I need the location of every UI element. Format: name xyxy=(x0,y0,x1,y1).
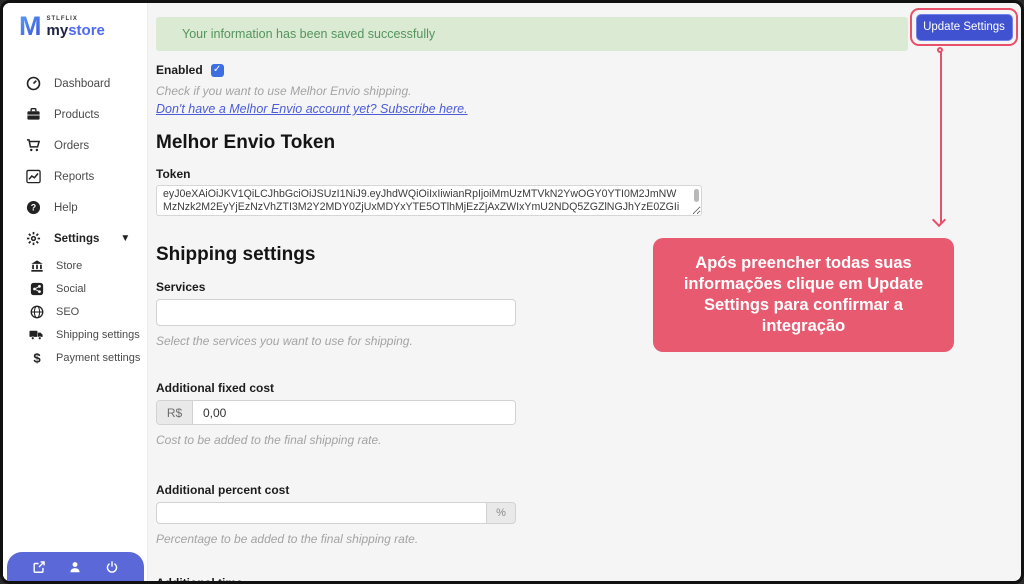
sidebar-menu: Dashboard Products Orders Reports xyxy=(3,68,147,369)
subscribe-link[interactable]: Don't have a Melhor Envio account yet? S… xyxy=(156,102,702,116)
success-message: Your information has been saved successf… xyxy=(182,27,435,41)
percent-cost-label: Additional percent cost xyxy=(156,483,702,497)
brand-name: mystore xyxy=(47,22,105,39)
sidebar-item-shipping-settings[interactable]: Shipping settings xyxy=(3,323,147,346)
annotation-arrow-line xyxy=(940,51,942,223)
sidebar-item-payment-settings[interactable]: $ Payment settings xyxy=(3,346,147,369)
services-label: Services xyxy=(156,280,702,294)
dashboard-icon xyxy=(25,76,41,92)
fixed-cost-group: R$ xyxy=(156,400,516,425)
sidebar-item-help[interactable]: ? Help xyxy=(3,192,147,223)
gear-icon xyxy=(25,231,41,247)
percent-cost-help-text: Percentage to be added to the final ship… xyxy=(156,532,702,546)
currency-prefix: R$ xyxy=(157,401,193,424)
chevron-down-icon: ▼ xyxy=(120,233,130,244)
sidebar-item-orders[interactable]: Orders xyxy=(3,130,147,161)
percent-suffix: % xyxy=(487,502,516,524)
chart-line-icon xyxy=(25,169,41,185)
briefcase-icon xyxy=(25,107,41,123)
percent-cost-input[interactable] xyxy=(156,502,487,524)
power-icon[interactable] xyxy=(104,559,119,574)
sidebar-item-products[interactable]: Products xyxy=(3,99,147,130)
percent-cost-group: % xyxy=(156,502,516,524)
fixed-cost-label: Additional fixed cost xyxy=(156,381,702,395)
main-content: Your information has been saved successf… xyxy=(148,3,1021,581)
help-icon: ? xyxy=(25,200,41,216)
enabled-help-text: Check if you want to use Melhor Envio sh… xyxy=(156,84,702,98)
sidebar-item-social[interactable]: Social xyxy=(3,277,147,300)
annotation-arrow-head xyxy=(932,213,946,227)
token-textarea[interactable]: eyJ0eXAiOiJKV1QiLCJhbGciOiJSUzI1NiJ9.eyJ… xyxy=(156,185,702,216)
sidebar-bottom-bar xyxy=(7,552,144,581)
token-scrollbar-thumb[interactable] xyxy=(694,189,699,202)
svg-text:$: $ xyxy=(33,351,41,365)
settings-form: Enabled ✓ Check if you want to use Melho… xyxy=(156,59,702,581)
dollar-icon: $ xyxy=(29,350,44,365)
external-link-icon[interactable] xyxy=(32,559,47,574)
services-help-text: Select the services you want to use for … xyxy=(156,334,702,348)
token-section-title: Melhor Envio Token xyxy=(156,132,702,154)
share-icon xyxy=(29,281,44,296)
enabled-checkbox[interactable]: ✓ xyxy=(211,64,224,77)
fixed-cost-help-text: Cost to be added to the final shipping r… xyxy=(156,433,702,447)
success-banner: Your information has been saved successf… xyxy=(156,17,908,51)
globe-icon xyxy=(29,304,44,319)
sidebar-item-store[interactable]: Store xyxy=(3,254,147,277)
brand-logo[interactable]: M STLFLIX mystore xyxy=(3,3,147,40)
additional-time-label: Additional time xyxy=(156,576,702,581)
app-window: M STLFLIX mystore Dashboard Products xyxy=(0,0,1024,584)
cart-icon xyxy=(25,138,41,154)
update-settings-button[interactable]: Update Settings xyxy=(916,14,1013,41)
svg-text:?: ? xyxy=(30,203,35,213)
sidebar-item-seo[interactable]: SEO xyxy=(3,300,147,323)
shipping-section-title: Shipping settings xyxy=(156,244,702,266)
sidebar-item-dashboard[interactable]: Dashboard xyxy=(3,68,147,99)
sidebar-item-reports[interactable]: Reports xyxy=(3,161,147,192)
fixed-cost-input[interactable] xyxy=(193,401,515,424)
brand-m-icon: M xyxy=(19,14,42,38)
services-input[interactable] xyxy=(156,299,516,326)
sidebar: M STLFLIX mystore Dashboard Products xyxy=(3,3,148,581)
token-label: Token xyxy=(156,167,702,181)
truck-icon xyxy=(29,327,44,342)
annotation-text: Após preencher todas suas informações cl… xyxy=(673,253,934,337)
sidebar-item-settings[interactable]: Settings ▼ xyxy=(3,223,147,254)
bank-icon xyxy=(29,258,44,273)
settings-submenu: Store Social SEO xyxy=(3,254,147,369)
update-settings-highlight: Update Settings xyxy=(910,8,1018,46)
enabled-label: Enabled xyxy=(156,63,203,77)
user-icon[interactable] xyxy=(68,559,83,574)
